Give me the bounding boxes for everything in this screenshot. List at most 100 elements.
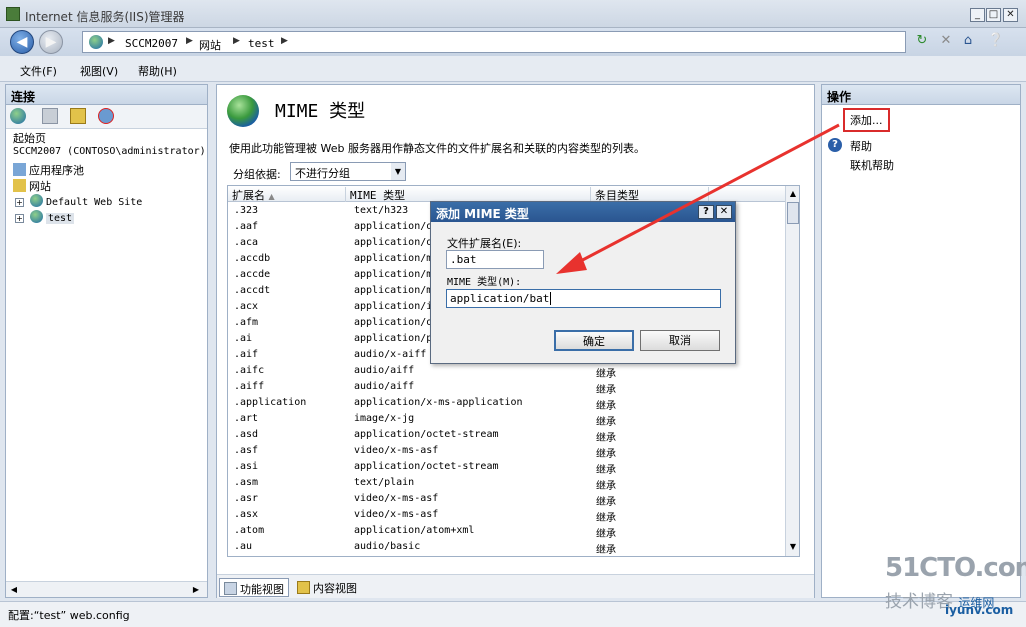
dialog-title: 添加 MIME 类型 (436, 207, 529, 221)
table-row[interactable]: .atom application/atom+xml 继承 (228, 523, 785, 540)
chevron-right-icon: ▶ (233, 36, 240, 46)
groupby-select[interactable]: 不进行分组 ▼ (290, 162, 406, 181)
add-action-link[interactable]: 添加... (843, 108, 890, 132)
table-row[interactable]: .asr video/x-ms-asf 继承 (228, 491, 785, 508)
cell-mime-type: image/x-jg (354, 413, 415, 424)
tab-content-view[interactable]: 内容视图 (293, 578, 361, 597)
table-row[interactable]: .asi application/octet-stream 继承 (228, 459, 785, 476)
help-icon[interactable]: ❔ (986, 32, 1006, 50)
mime-globe-icon (227, 95, 259, 127)
dialog-help-button[interactable]: ? (698, 205, 714, 219)
cell-mime-type: application/m (354, 253, 433, 264)
actions-panel: 操作 添加... ? 帮助 联机帮助 (821, 84, 1021, 598)
refresh-icon[interactable]: ↻ (912, 32, 932, 50)
ok-button[interactable]: 确定 (554, 330, 634, 351)
watermark: 51CTO.com 技术博客 运维网 iyunv.com (885, 553, 1026, 623)
iis-app-icon (6, 7, 20, 21)
minimize-button[interactable]: _ (970, 8, 985, 22)
cell-mime-type: application/m (354, 269, 433, 280)
cell-mime-type: audio/aiff (354, 381, 415, 392)
table-row[interactable]: .art image/x-jg 继承 (228, 411, 785, 428)
cell-mime-type: text/h323 (354, 205, 409, 216)
home-icon[interactable]: ⌂ (958, 32, 978, 50)
close-button[interactable]: ✕ (1003, 8, 1018, 22)
scroll-down-icon[interactable]: ▼ (787, 540, 799, 554)
breadcrumb-test[interactable]: test (248, 37, 275, 50)
table-row[interactable]: .asm text/plain 继承 (228, 475, 785, 492)
cell-mime-type: application/octet-stream (354, 461, 499, 472)
cell-entry-type: 继承 (596, 529, 616, 540)
page-description: 使用此功能管理被 Web 服务器用作静态文件的文件扩展名和关联的内容类型的列表。 (229, 142, 645, 155)
breadcrumb[interactable]: ▶ SCCM2007 ▶ 网站 ▶ test ▶ (82, 31, 906, 53)
address-bar: ◀ ▶ ▶ SCCM2007 ▶ 网站 ▶ test ▶ ↻ ✕ ⌂ ❔ (0, 28, 1026, 56)
col-extension[interactable]: 扩展名 ▲ (228, 187, 346, 202)
view-tabs: 功能视图 内容视图 (217, 574, 814, 598)
tree-sites-label: 网站 (29, 180, 51, 193)
table-row[interactable]: .aifc audio/aiff 继承 (228, 363, 785, 380)
tree-app-pools[interactable]: 应用程序池 (13, 162, 84, 178)
scroll-left-icon[interactable]: ◀ (8, 583, 20, 597)
scroll-thumb[interactable] (787, 202, 799, 224)
cell-extension: .accdt (234, 285, 271, 296)
connect-icon[interactable] (10, 108, 26, 124)
tree-test-site-label: test (46, 213, 75, 224)
cell-extension: .aaf (234, 221, 259, 232)
back-button[interactable]: ◀ (10, 30, 34, 54)
expand-icon[interactable]: + (15, 214, 24, 223)
mime-field[interactable]: application/bat (446, 289, 721, 308)
dialog-close-button[interactable]: ✕ (716, 205, 732, 219)
table-row[interactable]: .asf video/x-ms-asf 继承 (228, 443, 785, 460)
menu-bar: 文件(F) 视图(V) 帮助(H) (0, 56, 1026, 82)
scroll-right-icon[interactable]: ▶ (190, 583, 202, 597)
tree-server[interactable]: SCCM2007 (CONTOSO\administrator) (13, 146, 206, 157)
up-folder-icon[interactable] (70, 108, 86, 124)
page-title: MIME 类型 (275, 101, 366, 122)
col-mime[interactable]: MIME 类型 (346, 187, 591, 202)
menu-view[interactable]: 视图(V) (80, 63, 118, 79)
cell-entry-type: 继承 (596, 433, 616, 444)
scroll-up-icon[interactable]: ▲ (787, 187, 799, 201)
expand-icon[interactable]: + (15, 198, 24, 207)
cell-extension: .afm (234, 317, 259, 328)
maximize-button[interactable]: □ (986, 8, 1001, 22)
stop-icon[interactable]: ✕ (936, 32, 956, 50)
tree-default-site[interactable]: Default Web Site (30, 194, 142, 208)
add-mime-dialog: 添加 MIME 类型 ? ✕ 文件扩展名(E): .bat MIME 类型(M)… (430, 201, 736, 364)
forward-button[interactable]: ▶ (39, 30, 63, 54)
breadcrumb-sites[interactable]: 网站 (199, 37, 221, 53)
cell-extension: .aifc (234, 365, 265, 376)
tree-sites[interactable]: 网站 (13, 178, 51, 194)
cell-mime-type: video/x-ms-asf (354, 445, 439, 456)
col-entry-type[interactable]: 条目类型 (591, 187, 709, 202)
table-header: 扩展名 ▲ MIME 类型 条目类型 (228, 186, 785, 202)
text-caret (550, 292, 552, 305)
table-row[interactable]: .application application/x-ms-application… (228, 395, 785, 412)
breadcrumb-server[interactable]: SCCM2007 (125, 37, 178, 50)
horizontal-scrollbar[interactable]: ◀ ▶ (6, 581, 207, 597)
cell-entry-type: 继承 (596, 497, 616, 508)
tree-test-site[interactable]: test (30, 210, 75, 224)
tab-features-view[interactable]: 功能视图 (219, 578, 289, 597)
disconnect-icon[interactable] (98, 108, 114, 124)
cell-mime-type: application/o (354, 237, 433, 248)
help-action-link[interactable]: 帮助 (850, 138, 872, 154)
menu-help[interactable]: 帮助(H) (138, 63, 177, 79)
cell-mime-type: video/x-ms-asf (354, 509, 439, 520)
online-help-link[interactable]: 联机帮助 (850, 157, 894, 173)
table-row[interactable]: .au audio/basic 继承 (228, 539, 785, 556)
actions-header: 操作 (822, 85, 1020, 105)
vertical-scrollbar[interactable]: ▲ ▼ (785, 186, 799, 556)
table-row[interactable]: .asd application/octet-stream 继承 (228, 427, 785, 444)
menu-file[interactable]: 文件(F) (20, 63, 57, 79)
cell-entry-type: 继承 (596, 385, 616, 396)
cancel-button[interactable]: 取消 (640, 330, 720, 351)
cell-entry-type: 继承 (596, 465, 616, 476)
col-extension-label: 扩展名 (232, 189, 265, 202)
table-row[interactable]: .asx video/x-ms-asf 继承 (228, 507, 785, 524)
chevron-down-icon[interactable]: ▼ (391, 163, 405, 180)
extension-field[interactable]: .bat (446, 250, 544, 269)
cell-extension: .acx (234, 301, 259, 312)
table-row[interactable]: .aiff audio/aiff 继承 (228, 379, 785, 396)
tree-start-page[interactable]: 起始页 (13, 130, 46, 146)
save-icon[interactable] (42, 108, 58, 124)
